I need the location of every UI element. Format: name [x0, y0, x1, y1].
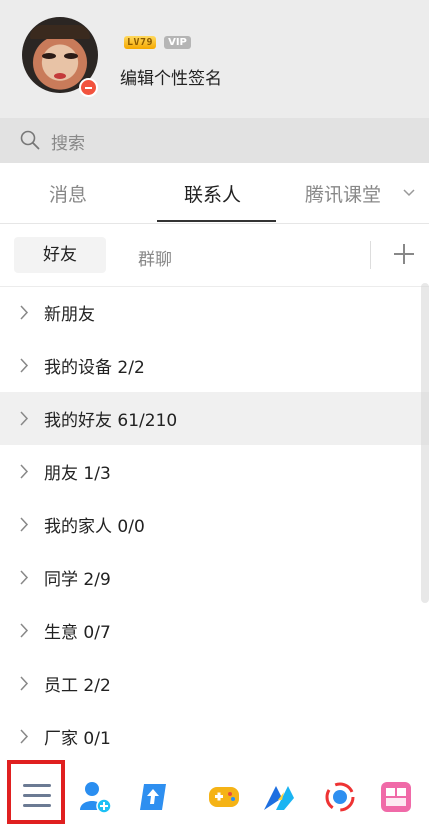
- chevron-right-icon: [20, 623, 29, 638]
- menu-icon: [23, 784, 51, 787]
- search-icon: [20, 130, 40, 150]
- scrollbar[interactable]: [421, 283, 429, 603]
- contact-group-label: 同学 2/9: [44, 570, 111, 590]
- contact-group-my-friends[interactable]: 我的好友 61/210: [0, 392, 429, 445]
- signature-text[interactable]: 编辑个性签名: [120, 64, 222, 89]
- contact-group-label: 生意 0/7: [44, 623, 111, 643]
- contact-group-employees[interactable]: 员工 2/2: [0, 657, 429, 710]
- contact-group-label: 我的好友 61/210: [44, 411, 178, 431]
- contact-group-classmates[interactable]: 同学 2/9: [0, 551, 429, 604]
- main-menu-button[interactable]: [7, 760, 65, 824]
- chevron-right-icon: [20, 411, 29, 426]
- contact-subtabs: 好友 群聊: [0, 224, 429, 287]
- badges: LV79 VIP: [124, 36, 191, 49]
- chevron-right-icon: [20, 358, 29, 373]
- chevron-right-icon: [20, 676, 29, 691]
- subtab-group-chats[interactable]: 群聊: [138, 245, 172, 270]
- game-icon[interactable]: [207, 780, 241, 814]
- main-tabs: 消息 联系人 腾讯课堂: [0, 163, 429, 224]
- menu-icon: [23, 804, 51, 807]
- chevron-down-icon[interactable]: [403, 188, 415, 198]
- search-bar[interactable]: 搜索: [0, 118, 429, 163]
- contact-group-label: 朋友 1/3: [44, 464, 111, 484]
- contact-group-label: 我的家人 0/0: [44, 517, 145, 537]
- active-tab-indicator: [157, 220, 276, 222]
- avatar-headdress: [30, 25, 90, 39]
- tab-messages[interactable]: 消息: [49, 180, 87, 207]
- contact-group-manufacturers[interactable]: 厂家 0/1: [0, 710, 429, 763]
- tencent-class-icon[interactable]: [262, 780, 296, 814]
- contact-group-list: 新朋友 我的设备 2/2 我的好友 61/210 朋友 1/3 我的家人 0/0…: [0, 286, 429, 763]
- chevron-right-icon: [20, 464, 29, 479]
- divider: [370, 241, 371, 269]
- contact-group-new-friends[interactable]: 新朋友: [0, 286, 429, 339]
- vip-badge[interactable]: VIP: [164, 36, 191, 49]
- subtab-friends[interactable]: 好友: [14, 237, 106, 273]
- contact-group-label: 我的设备 2/2: [44, 358, 145, 378]
- search-placeholder: 搜索: [51, 134, 85, 154]
- pink-app-icon[interactable]: [379, 780, 413, 814]
- contact-group-my-devices[interactable]: 我的设备 2/2: [0, 339, 429, 392]
- add-contact-icon[interactable]: [78, 780, 112, 814]
- chevron-right-icon: [20, 517, 29, 532]
- level-badge[interactable]: LV79: [124, 36, 157, 49]
- chevron-right-icon: [20, 729, 29, 744]
- contact-group-family[interactable]: 我的家人 0/0: [0, 498, 429, 551]
- contact-group-friends[interactable]: 朋友 1/3: [0, 445, 429, 498]
- chevron-right-icon: [20, 305, 29, 320]
- bottom-toolbar: [0, 760, 429, 826]
- profile-header: LV79 VIP 编辑个性签名: [0, 0, 429, 118]
- contact-group-label: 新朋友: [44, 305, 95, 325]
- upload-icon[interactable]: [136, 780, 170, 814]
- add-icon[interactable]: [393, 243, 415, 265]
- busy-status-icon[interactable]: [79, 78, 98, 97]
- tab-tencent-class[interactable]: 腾讯课堂: [305, 180, 381, 207]
- menu-icon: [23, 794, 51, 797]
- contact-group-business[interactable]: 生意 0/7: [0, 604, 429, 657]
- chevron-right-icon: [20, 570, 29, 585]
- avatar-eye: [42, 53, 56, 59]
- avatar-lips: [54, 73, 66, 79]
- contact-group-label: 员工 2/2: [44, 676, 111, 696]
- contact-group-label: 厂家 0/1: [44, 729, 111, 749]
- baidu-icon[interactable]: [323, 780, 357, 814]
- avatar-eye: [64, 53, 78, 59]
- tab-contacts[interactable]: 联系人: [184, 180, 241, 207]
